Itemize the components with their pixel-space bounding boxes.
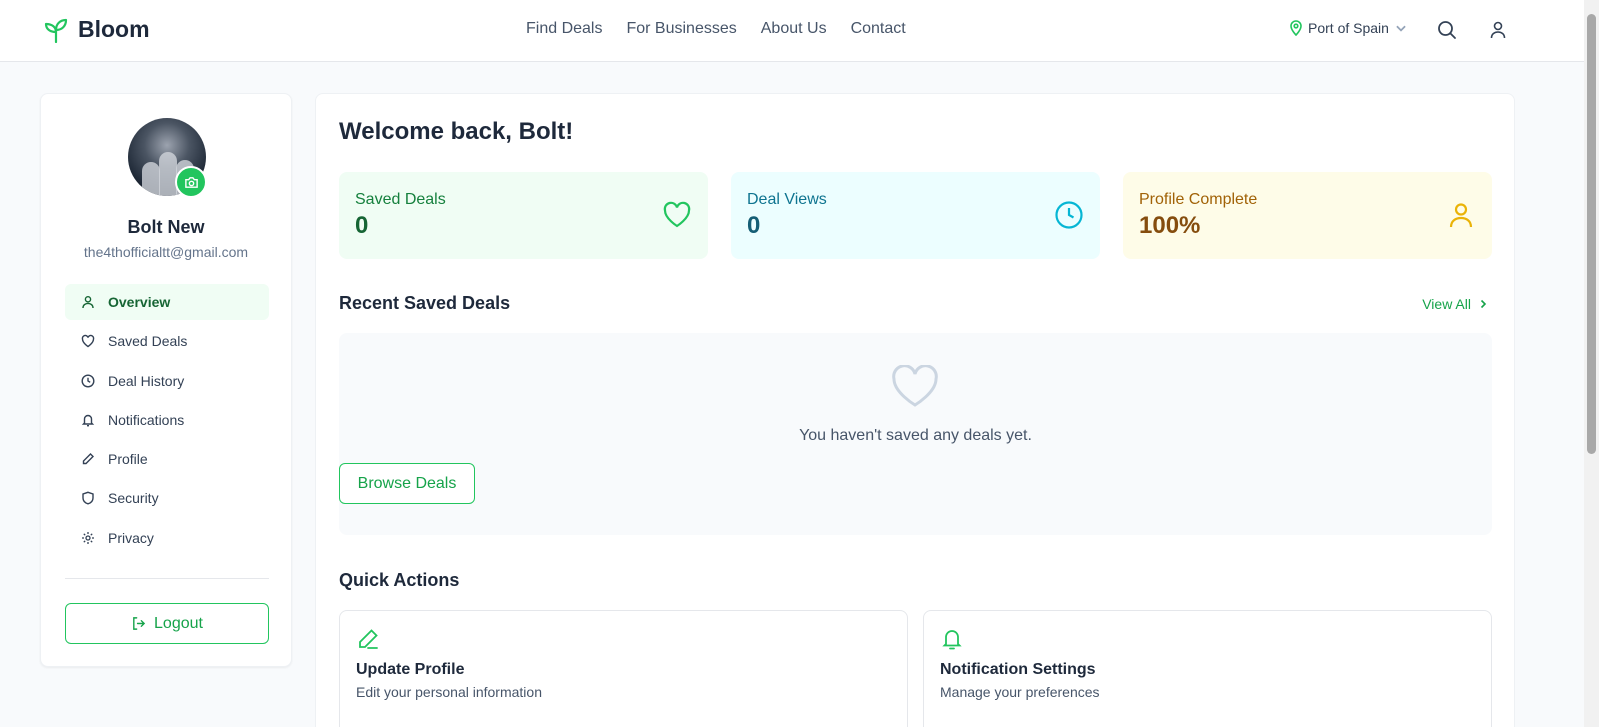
bell-icon <box>81 414 95 427</box>
sidebar-item-label: Security <box>108 490 159 507</box>
stat-card-saved-deals: Saved Deals 0 <box>339 172 708 259</box>
logout-icon <box>133 617 146 630</box>
stat-label: Profile Complete <box>1139 191 1258 208</box>
pencil-icon <box>82 453 94 465</box>
clock-icon <box>1055 201 1083 229</box>
change-photo-button[interactable] <box>175 166 207 198</box>
nav-find-deals[interactable]: Find Deals <box>526 20 602 38</box>
heart-icon <box>81 335 95 348</box>
empty-message: You haven't saved any deals yet. <box>799 427 1032 444</box>
sidebar-menu: Overview Saved Deals Deal History Notifi… <box>65 284 269 559</box>
logout-button[interactable]: Logout <box>65 603 269 644</box>
gear-icon <box>82 531 94 544</box>
sidebar-item-privacy[interactable]: Privacy <box>65 520 269 556</box>
map-pin-icon <box>1290 20 1302 36</box>
sidebar-item-deal-history[interactable]: Deal History <box>65 363 269 399</box>
sidebar-item-saved-deals[interactable]: Saved Deals <box>65 323 269 359</box>
stat-value: 0 <box>747 212 761 239</box>
nav-for-businesses[interactable]: For Businesses <box>626 20 736 38</box>
quick-action-desc: Manage your preferences <box>940 684 1100 700</box>
chevron-right-icon <box>1480 299 1487 309</box>
sidebar-item-label: Deal History <box>108 372 185 389</box>
profile-sidebar: Bolt New the4thofficialtt@gmail.com Over… <box>40 93 292 667</box>
clock-icon <box>81 374 95 388</box>
stat-card-profile-complete: Profile Complete 100% <box>1123 172 1492 259</box>
user-name: Bolt New <box>127 217 205 237</box>
dashboard-main: Welcome back, Bolt! Saved Deals 0 Deal V… <box>315 93 1515 727</box>
sidebar-item-security[interactable]: Security <box>65 480 269 516</box>
nav-about-us[interactable]: About Us <box>761 20 827 38</box>
heart-icon <box>663 201 691 228</box>
scrollbar-thumb[interactable] <box>1587 14 1596 454</box>
location-selector[interactable]: Port of Spain <box>1289 20 1408 36</box>
quick-action-title: Notification Settings <box>940 661 1096 678</box>
bell-icon <box>942 630 962 650</box>
empty-state: You haven't saved any deals yet. Browse … <box>339 333 1492 535</box>
pencil-icon <box>359 629 378 649</box>
sprout-icon <box>44 18 68 43</box>
main-nav: Find Deals For Businesses About Us Conta… <box>526 20 906 38</box>
camera-icon <box>184 176 198 188</box>
nav-contact[interactable]: Contact <box>851 20 906 38</box>
logout-label: Logout <box>154 614 203 632</box>
user-email: the4thofficialtt@gmail.com <box>83 244 249 260</box>
quick-action-update-profile[interactable]: Update Profile Edit your personal inform… <box>339 610 908 727</box>
view-all-label: View All <box>1422 296 1471 312</box>
stat-label: Deal Views <box>747 191 827 208</box>
heart-icon <box>892 365 938 407</box>
sidebar-divider <box>65 578 269 579</box>
sidebar-item-label: Notifications <box>108 411 185 428</box>
quick-action-title: Update Profile <box>356 661 465 678</box>
quick-action-desc: Edit your personal information <box>356 684 542 700</box>
user-account-icon[interactable] <box>1488 20 1508 40</box>
sidebar-item-label: Overview <box>108 294 171 310</box>
stat-card-deal-views: Deal Views 0 <box>731 172 1100 259</box>
sidebar-item-label: Saved Deals <box>108 333 188 350</box>
chevron-down-icon <box>1396 25 1406 32</box>
recent-saved-title: Recent Saved Deals <box>339 293 511 313</box>
shield-icon <box>82 492 94 506</box>
view-all-link[interactable]: View All <box>1422 296 1489 312</box>
brand-name: Bloom <box>78 16 150 42</box>
quick-actions-title: Quick Actions <box>339 570 460 590</box>
sidebar-item-label: Privacy <box>108 529 154 546</box>
sidebar-item-profile[interactable]: Profile <box>65 441 269 477</box>
search-icon[interactable] <box>1437 20 1457 40</box>
quick-action-notification-settings[interactable]: Notification Settings Manage your prefer… <box>923 610 1492 727</box>
location-label: Port of Spain <box>1308 20 1389 36</box>
browse-deals-button[interactable]: Browse Deals <box>339 463 475 504</box>
user-icon <box>1449 203 1473 228</box>
sidebar-item-overview[interactable]: Overview <box>65 284 269 320</box>
stat-value: 100% <box>1139 212 1201 239</box>
top-header: Bloom Find Deals For Businesses About Us… <box>0 0 1584 62</box>
brand[interactable]: Bloom <box>44 16 150 43</box>
sidebar-item-notifications[interactable]: Notifications <box>65 402 269 438</box>
user-icon <box>82 296 94 309</box>
stat-value: 0 <box>355 212 369 239</box>
page-title: Welcome back, Bolt! <box>339 118 574 145</box>
stat-label: Saved Deals <box>355 191 446 208</box>
sidebar-item-label: Profile <box>108 451 148 468</box>
